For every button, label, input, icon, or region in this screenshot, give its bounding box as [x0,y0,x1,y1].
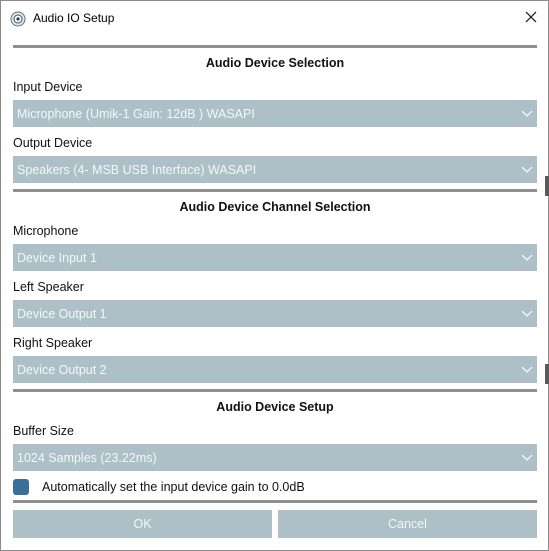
chevron-down-icon [520,251,534,263]
device-setup-heading: Audio Device Setup [216,400,334,414]
section-divider [13,189,537,192]
audio-io-setup-dialog: Audio IO Setup Audio Device Selection In… [0,0,549,551]
cancel-button[interactable]: Cancel [278,510,537,538]
audio-app-icon [10,11,26,27]
close-button[interactable] [513,5,548,33]
output-device-value: Speakers (4- MSB USB Interface) WASAPI [17,163,257,177]
left-speaker-label: Left Speaker [13,280,84,294]
right-speaker-value: Device Output 2 [17,363,107,377]
ok-button[interactable]: OK [13,510,272,538]
chevron-down-icon [520,307,534,319]
output-device-dropdown[interactable]: Speakers (4- MSB USB Interface) WASAPI [13,156,537,183]
dialog-body: Audio Device Selection Input Device Micr… [1,37,548,550]
left-speaker-value: Device Output 1 [17,307,107,321]
chevron-down-icon [520,163,534,175]
right-speaker-label: Right Speaker [13,336,93,350]
right-speaker-dropdown[interactable]: Device Output 2 [13,356,537,383]
title-bar[interactable]: Audio IO Setup [1,1,548,37]
chevron-down-icon [520,363,534,375]
left-speaker-dropdown[interactable]: Device Output 1 [13,300,537,327]
input-device-label: Input Device [13,80,83,94]
window-edge-handle [545,364,549,384]
buffer-size-dropdown[interactable]: 1024 Samples (23.22ms) [13,444,537,471]
microphone-channel-value: Device Input 1 [17,251,97,265]
channel-selection-heading: Audio Device Channel Selection [179,200,371,214]
input-device-dropdown[interactable]: Microphone (Umik-1 Gain: 12dB ) WASAPI [13,100,537,127]
buffer-size-label: Buffer Size [13,424,74,438]
input-device-value: Microphone (Umik-1 Gain: 12dB ) WASAPI [17,107,255,121]
close-icon [525,10,537,28]
output-device-label: Output Device [13,136,93,150]
device-selection-heading: Audio Device Selection [205,56,345,70]
buffer-size-value: 1024 Samples (23.22ms) [17,451,157,465]
chevron-down-icon [520,107,534,119]
auto-gain-checkbox[interactable] [13,479,29,495]
section-divider [13,45,537,48]
section-divider [13,500,537,503]
section-divider [13,389,537,392]
microphone-channel-dropdown[interactable]: Device Input 1 [13,244,537,271]
auto-gain-label: Automatically set the input device gain … [42,480,305,494]
window-edge-handle [545,176,549,196]
chevron-down-icon [520,451,534,463]
window-title: Audio IO Setup [33,11,115,25]
microphone-label: Microphone [13,224,79,238]
